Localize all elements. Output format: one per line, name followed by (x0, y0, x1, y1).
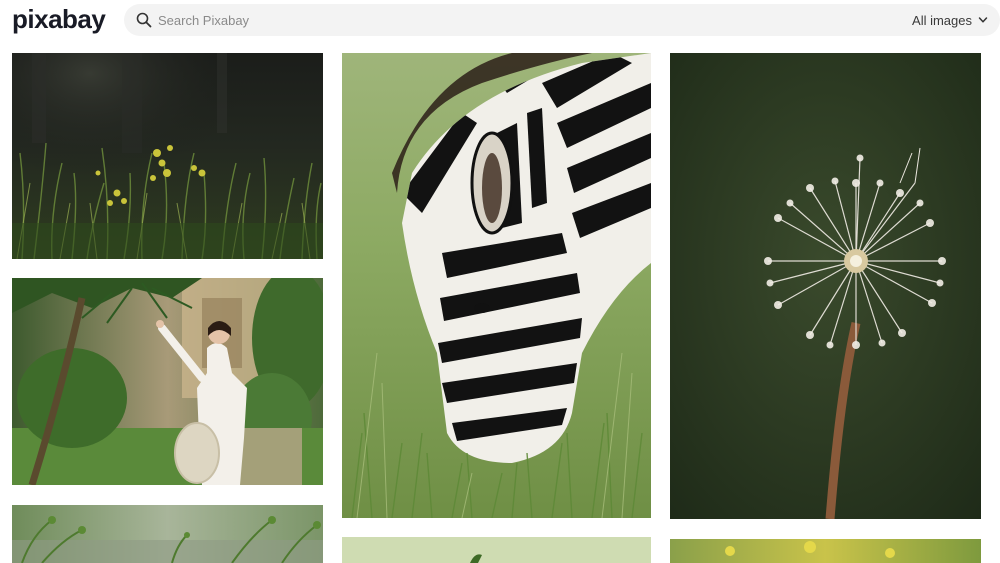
search-icon[interactable] (136, 12, 152, 28)
media-type-dropdown[interactable]: All images (912, 4, 988, 36)
gallery-image-dandelion[interactable] (670, 53, 981, 519)
gallery-image-zebra[interactable] (342, 53, 651, 518)
chevron-down-icon (978, 17, 988, 23)
image-zebra (342, 53, 651, 518)
image-woman-garden (12, 278, 323, 485)
logo-wordmark: pixabay (12, 4, 107, 34)
image-green-plants (12, 505, 323, 563)
media-type-label: All images (912, 12, 972, 28)
image-dandelion (670, 53, 981, 519)
svg-text:pixabay: pixabay (12, 4, 106, 34)
search-bar: All images (124, 4, 1000, 36)
image-grass-flowers (12, 53, 323, 259)
gallery-image-pale-leaves[interactable] (342, 537, 651, 563)
image-pale-leaves (342, 537, 651, 563)
gallery-image-yellow-field[interactable] (670, 539, 981, 563)
gallery-image-grass-flowers[interactable] (12, 53, 323, 259)
gallery-image-green-plants[interactable] (12, 505, 323, 563)
pixabay-logo[interactable]: pixabay (12, 4, 108, 38)
image-yellow-field (670, 539, 981, 563)
search-input[interactable] (158, 4, 858, 36)
top-bar: pixabay All images (0, 0, 1000, 44)
gallery-image-woman-garden[interactable] (12, 278, 323, 485)
